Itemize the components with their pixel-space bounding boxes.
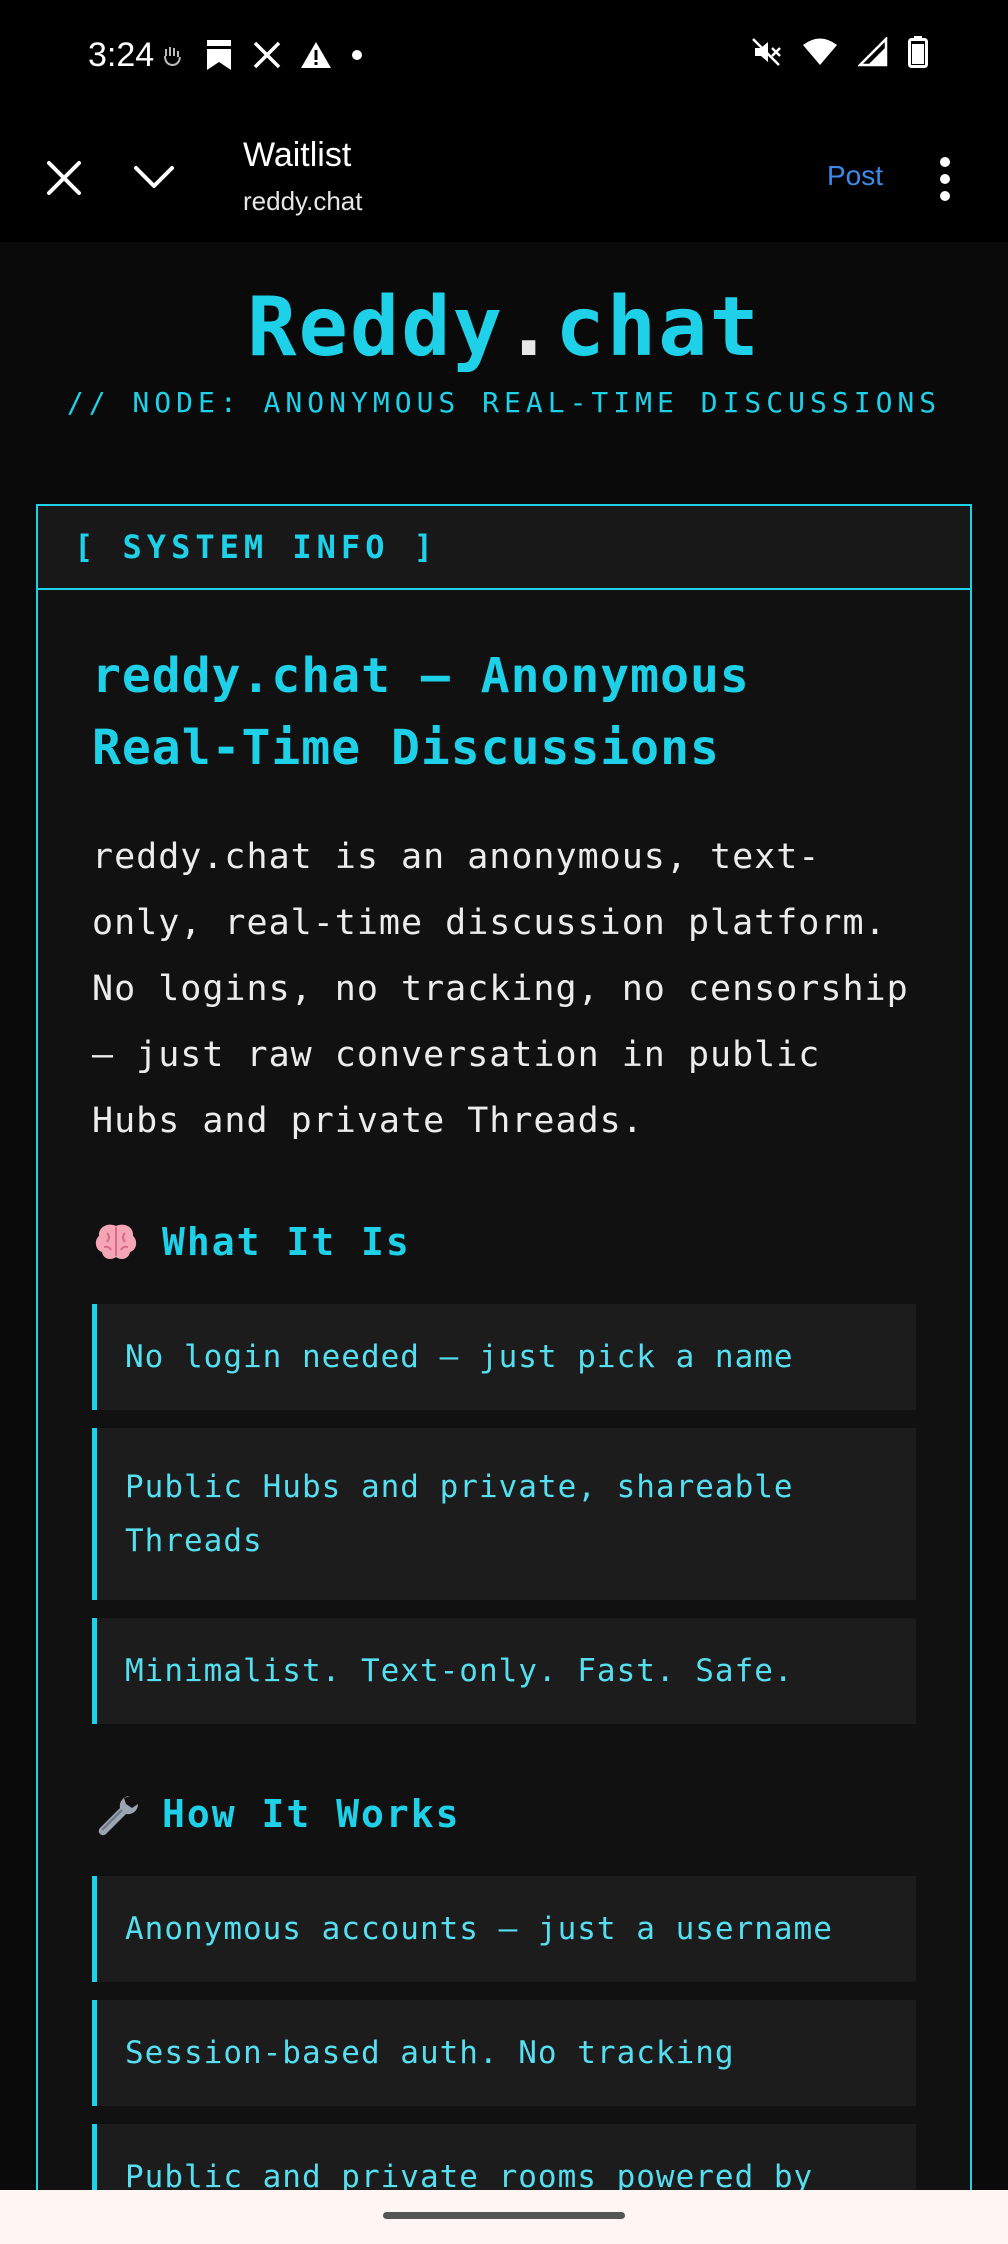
section-title-text: How It Works (162, 1792, 461, 1836)
custom-tab-toolbar: Waitlist reddy.chat Post (0, 116, 1008, 242)
list-item: No login needed — just pick a name (92, 1304, 916, 1410)
hand-icon (164, 47, 181, 67)
list-item: Public and private rooms powered by (92, 2124, 916, 2190)
how-it-works-list: Anonymous accounts — just a username Ses… (92, 1876, 916, 2190)
list-item: Anonymous accounts — just a username (92, 1876, 916, 1982)
list-item: Session-based auth. No tracking (92, 2000, 916, 2106)
more-options-icon[interactable] (930, 154, 960, 204)
battery-icon (908, 36, 928, 68)
section-title-text: What It Is (162, 1220, 411, 1264)
home-handle[interactable] (383, 2212, 625, 2219)
section-title-what-it-is: What It Is (92, 1218, 916, 1266)
post-button[interactable]: Post (827, 160, 883, 192)
site-title-part2: chat (555, 280, 761, 375)
section-title-how-it-works: How It Works (92, 1790, 916, 1838)
status-bar: 3:24 (0, 0, 1008, 116)
site-subtitle: // NODE: ANONYMOUS REAL-TIME DISCUSSIONS (66, 386, 942, 419)
dot-icon (352, 50, 362, 60)
panel-body: reddy.chat — Anonymous Real-Time Discuss… (38, 590, 970, 2190)
bookmark-icon (207, 40, 231, 70)
site-title-part1: Reddy (247, 280, 504, 375)
mute-icon (752, 38, 781, 66)
system-info-panel: [ SYSTEM INFO ] reddy.chat — Anonymous R… (36, 504, 972, 2190)
signal-icon (858, 37, 888, 67)
warning-icon (301, 42, 331, 68)
list-item: Minimalist. Text-only. Fast. Safe. (92, 1618, 916, 1724)
gesture-nav-bar (0, 2190, 1008, 2244)
page-content: Reddy.chat // NODE: ANONYMOUS REAL-TIME … (0, 242, 1008, 2190)
wrench-icon (98, 1795, 139, 1836)
wifi-icon (803, 38, 837, 65)
panel-header: [ SYSTEM INFO ] (38, 506, 970, 590)
what-it-is-list: No login needed — just pick a name Publi… (92, 1304, 916, 1724)
status-time: 3:24 (88, 36, 155, 74)
list-item: Public Hubs and private, shareable Threa… (92, 1428, 916, 1600)
system-icons (750, 36, 928, 68)
brain-icon (95, 1224, 137, 1260)
intro-paragraph: reddy.chat is an anonymous, text-only, r… (92, 837, 909, 1141)
site-title[interactable]: Reddy.chat (0, 280, 1008, 375)
close-icon[interactable] (42, 156, 86, 200)
panel-heading: reddy.chat — Anonymous Real-Time Discuss… (92, 648, 750, 776)
x-logo-icon (253, 41, 281, 69)
chevron-down-icon[interactable] (130, 160, 178, 196)
page-url[interactable]: reddy.chat (243, 186, 362, 217)
page-title: Waitlist (243, 136, 352, 174)
site-title-dot: . (503, 280, 556, 375)
notification-icons (160, 38, 364, 72)
